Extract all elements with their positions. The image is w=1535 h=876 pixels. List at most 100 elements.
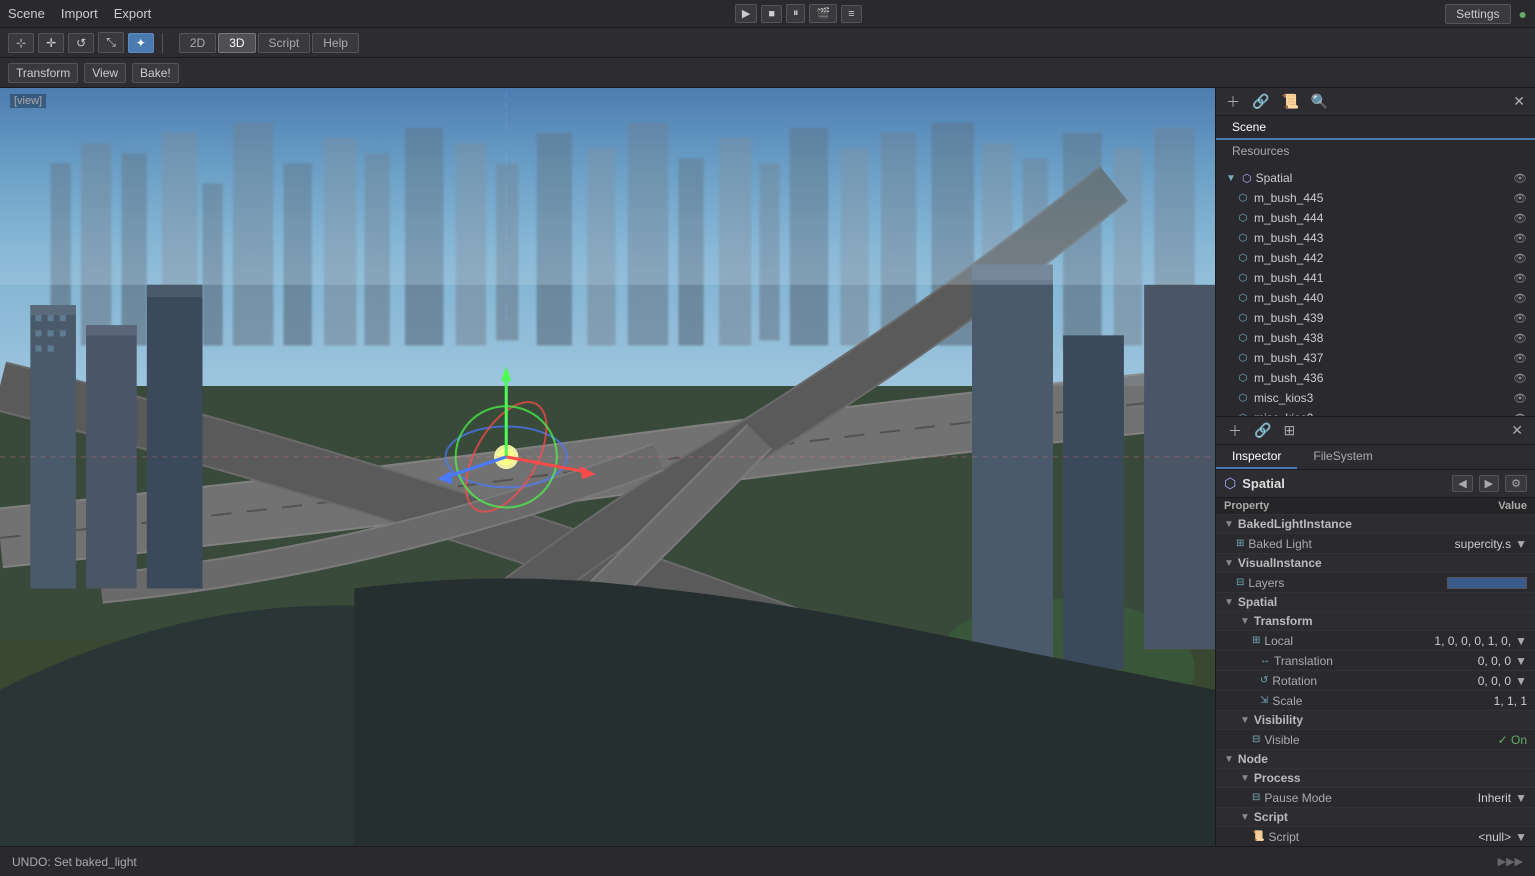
- tab-3d[interactable]: 3D: [218, 33, 255, 53]
- settings-button[interactable]: Settings: [1445, 4, 1510, 24]
- inspector-settings-btn[interactable]: ⚙: [1505, 475, 1527, 492]
- prop-value-rotation[interactable]: 0, 0, 0 ▼: [1397, 674, 1527, 688]
- prop-value-scale[interactable]: 1, 1, 1: [1397, 694, 1527, 708]
- prop-layers[interactable]: ⊟ Layers: [1216, 572, 1535, 592]
- menu-scene[interactable]: Scene: [8, 6, 45, 21]
- prop-baked-light[interactable]: ⊞ Baked Light supercity.s ▼: [1216, 533, 1535, 553]
- tab-help[interactable]: Help: [312, 33, 359, 53]
- item-eye-8[interactable]: 👁: [1513, 352, 1527, 365]
- item-icon-6: ⬡: [1236, 311, 1250, 325]
- menu-export[interactable]: Export: [114, 6, 152, 21]
- play-button[interactable]: ▶: [735, 4, 757, 23]
- tab-inspector[interactable]: Inspector: [1216, 445, 1297, 469]
- inspector-layout-btn[interactable]: ⊞: [1279, 420, 1299, 441]
- layers-bar[interactable]: [1447, 577, 1527, 589]
- inspector-next-btn[interactable]: ▶: [1479, 475, 1499, 492]
- prop-value-baked-light[interactable]: supercity.s ▼: [1397, 537, 1527, 551]
- item-eye-4[interactable]: 👁: [1513, 272, 1527, 285]
- viewport[interactable]: [view]: [0, 88, 1215, 846]
- section-visual-instance[interactable]: ▼ VisualInstance: [1216, 553, 1535, 572]
- prop-script[interactable]: 📜 Script <null> ▼: [1216, 826, 1535, 846]
- rotation-dropdown[interactable]: ▼: [1515, 674, 1527, 688]
- tab-2d[interactable]: 2D: [179, 33, 216, 53]
- rotate-tool[interactable]: ↺: [68, 33, 94, 53]
- section-label-script: Script: [1254, 810, 1288, 824]
- item-eye-0[interactable]: 👁: [1513, 192, 1527, 205]
- tree-item-1[interactable]: ⬡ m_bush_444 👁: [1216, 208, 1535, 228]
- tree-close[interactable]: ✕: [1509, 91, 1529, 112]
- pause-mode-dropdown[interactable]: ▼: [1515, 791, 1527, 805]
- translation-dropdown[interactable]: ▼: [1515, 654, 1527, 668]
- tree-item-6[interactable]: ⬡ m_bush_439 👁: [1216, 308, 1535, 328]
- tree-add-button[interactable]: ＋: [1222, 90, 1244, 114]
- prop-value-translation[interactable]: 0, 0, 0 ▼: [1397, 654, 1527, 668]
- select-tool[interactable]: ⊹: [8, 33, 34, 53]
- section-baked-light-instance[interactable]: ▼ BakedLightInstance: [1216, 514, 1535, 533]
- item-eye-9[interactable]: 👁: [1513, 372, 1527, 385]
- inspector-link-btn[interactable]: 🔗: [1250, 420, 1275, 441]
- tree-item-11[interactable]: ⬡ misc_kios2 👁: [1216, 408, 1535, 416]
- tree-item-7[interactable]: ⬡ m_bush_438 👁: [1216, 328, 1535, 348]
- section-visibility[interactable]: ▼ Visibility: [1216, 710, 1535, 729]
- prop-value-layers[interactable]: [1397, 577, 1527, 589]
- item-eye-5[interactable]: 👁: [1513, 292, 1527, 305]
- inspector-prev-btn[interactable]: ◀: [1452, 475, 1472, 492]
- scale-tool[interactable]: ⤡: [98, 32, 124, 53]
- script-dropdown[interactable]: ▼: [1515, 830, 1527, 844]
- section-spatial[interactable]: ▼ Spatial: [1216, 592, 1535, 611]
- bake-button[interactable]: Bake!: [132, 63, 179, 83]
- stop-button[interactable]: ■: [761, 5, 782, 23]
- prop-value-visible[interactable]: ✓ On: [1397, 733, 1527, 747]
- item-eye-1[interactable]: 👁: [1513, 212, 1527, 225]
- tree-instance-button[interactable]: 🔗: [1248, 91, 1273, 112]
- tree-item-4[interactable]: ⬡ m_bush_441 👁: [1216, 268, 1535, 288]
- prop-visible[interactable]: ⊟ Visible ✓ On: [1216, 729, 1535, 749]
- item-eye-10[interactable]: 👁: [1513, 392, 1527, 405]
- root-eye[interactable]: 👁: [1513, 172, 1527, 185]
- view-menu[interactable]: View: [84, 63, 126, 83]
- tab-script[interactable]: Script: [258, 33, 311, 53]
- prop-pause-mode[interactable]: ⊟ Pause Mode Inherit ▼: [1216, 787, 1535, 807]
- inspector-close-btn[interactable]: ✕: [1507, 420, 1527, 441]
- item-eye-7[interactable]: 👁: [1513, 332, 1527, 345]
- tree-item-8[interactable]: ⬡ m_bush_437 👁: [1216, 348, 1535, 368]
- menu-import[interactable]: Import: [61, 6, 98, 21]
- prop-value-local[interactable]: 1, 0, 0, 0, 1, 0, ▼: [1397, 634, 1527, 648]
- tree-item-2[interactable]: ⬡ m_bush_443 👁: [1216, 228, 1535, 248]
- tree-item-0[interactable]: ⬡ m_bush_445 👁: [1216, 188, 1535, 208]
- tab-resources[interactable]: Resources: [1216, 140, 1535, 164]
- local-dropdown[interactable]: ▼: [1515, 634, 1527, 648]
- baked-light-dropdown[interactable]: ▼: [1515, 537, 1527, 551]
- tree-item-root[interactable]: ▼ ⬡ Spatial 👁: [1216, 168, 1535, 188]
- local-icon: ⊞: [1252, 635, 1260, 646]
- tree-filter[interactable]: 🔍: [1307, 91, 1332, 112]
- prop-value-script[interactable]: <null> ▼: [1397, 830, 1527, 844]
- tab-scene[interactable]: Scene: [1216, 116, 1535, 140]
- transform-tool[interactable]: ✦: [128, 33, 154, 53]
- item-eye-6[interactable]: 👁: [1513, 312, 1527, 325]
- section-process[interactable]: ▼ Process: [1216, 768, 1535, 787]
- tree-item-3[interactable]: ⬡ m_bush_442 👁: [1216, 248, 1535, 268]
- prop-translation[interactable]: ↔ Translation 0, 0, 0 ▼: [1216, 650, 1535, 670]
- section-node[interactable]: ▼ Node: [1216, 749, 1535, 768]
- item-eye-3[interactable]: 👁: [1513, 252, 1527, 265]
- prop-value-pause-mode[interactable]: Inherit ▼: [1397, 791, 1527, 805]
- movie-button[interactable]: 🎬: [809, 4, 837, 23]
- scene-tree[interactable]: ▼ ⬡ Spatial 👁 ⬡ m_bush_445 👁 ⬡ m_bush_44…: [1216, 164, 1535, 416]
- transform-menu[interactable]: Transform: [8, 63, 78, 83]
- tree-item-10[interactable]: ⬡ misc_kios3 👁: [1216, 388, 1535, 408]
- tree-item-9[interactable]: ⬡ m_bush_436 👁: [1216, 368, 1535, 388]
- section-transform[interactable]: ▼ Transform: [1216, 611, 1535, 630]
- prop-scale[interactable]: ⇲ Scale 1, 1, 1: [1216, 690, 1535, 710]
- tab-filesystem[interactable]: FileSystem: [1297, 445, 1388, 469]
- inspector-add-btn[interactable]: ＋: [1224, 419, 1246, 443]
- section-script[interactable]: ▼ Script: [1216, 807, 1535, 826]
- prop-rotation[interactable]: ↺ Rotation 0, 0, 0 ▼: [1216, 670, 1535, 690]
- item-eye-2[interactable]: 👁: [1513, 232, 1527, 245]
- prop-local[interactable]: ⊞ Local 1, 0, 0, 0, 1, 0, ▼: [1216, 630, 1535, 650]
- more-button[interactable]: ≡: [841, 5, 861, 23]
- pause-button[interactable]: ⏸: [786, 4, 806, 23]
- move-tool[interactable]: ✛: [38, 33, 64, 53]
- tree-item-5[interactable]: ⬡ m_bush_440 👁: [1216, 288, 1535, 308]
- tree-attach-script[interactable]: 📜: [1277, 91, 1302, 112]
